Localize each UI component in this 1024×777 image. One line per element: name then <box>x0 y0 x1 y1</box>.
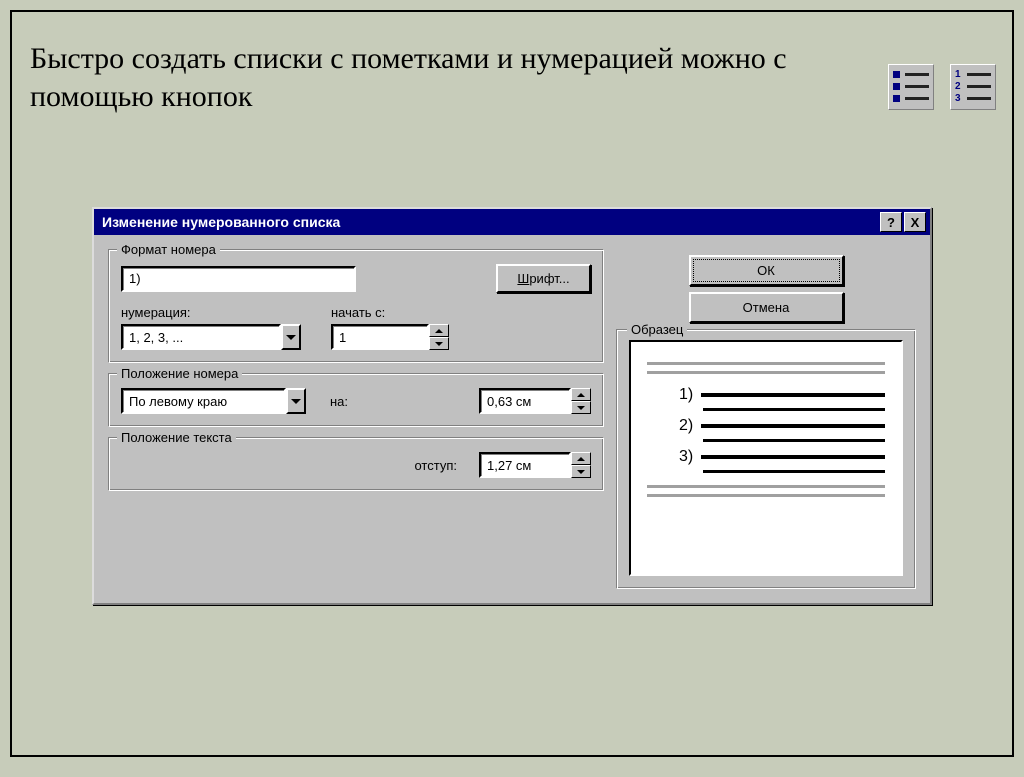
bulleted-list-icon <box>893 69 929 105</box>
indent-spinner[interactable]: 1,27 см <box>479 452 591 478</box>
numbering-label: нумерация: <box>121 305 301 320</box>
indent-label: отступ: <box>414 458 457 473</box>
preview-number: 3) <box>679 448 693 466</box>
preview-group: Образец 1) 2) 3) <box>616 329 916 589</box>
number-format-input[interactable]: 1) <box>121 266 356 292</box>
help-button[interactable]: ? <box>880 212 902 232</box>
alignment-dropdown[interactable]: По левому краю <box>121 388 306 414</box>
start-at-spinner[interactable]: 1 <box>331 324 449 350</box>
number-position-group: Положение номера По левому краю на: 0,63… <box>108 373 604 427</box>
chevron-down-icon[interactable] <box>286 388 306 414</box>
font-button[interactable]: Шрифт... <box>496 264 591 293</box>
preview-number: 1) <box>679 386 693 404</box>
chevron-down-icon[interactable] <box>281 324 301 350</box>
at-spinner[interactable]: 0,63 см <box>479 388 591 414</box>
number-format-group: Формат номера 1) Шрифт... нумерация: <box>108 249 604 363</box>
dialog-body: Формат номера 1) Шрифт... нумерация: <box>94 235 930 603</box>
numbered-list-icon: 1 2 3 <box>955 69 991 105</box>
spinner-down-icon[interactable] <box>571 401 591 414</box>
spinner-down-icon[interactable] <box>571 465 591 478</box>
spinner-down-icon[interactable] <box>429 337 449 350</box>
preview-content: 1) 2) 3) <box>629 340 903 576</box>
headline-text: Быстро создать списки с пометками и нуме… <box>30 40 880 115</box>
ok-button[interactable]: ОК <box>689 255 844 286</box>
cancel-button[interactable]: Отмена <box>689 292 844 323</box>
slide: Быстро создать списки с пометками и нуме… <box>10 10 1014 757</box>
numbered-list-dialog: Изменение нумерованного списка ? X Форма… <box>92 207 932 605</box>
at-label: на: <box>330 394 348 409</box>
spinner-up-icon[interactable] <box>571 452 591 465</box>
list-toolbar-icons: 1 2 3 <box>888 64 996 110</box>
group-legend: Положение текста <box>117 430 236 445</box>
group-legend: Формат номера <box>117 242 220 257</box>
close-button[interactable]: X <box>904 212 926 232</box>
preview-number: 2) <box>679 417 693 435</box>
start-at-label: начать с: <box>331 305 449 320</box>
dialog-titlebar: Изменение нумерованного списка ? X <box>94 209 930 235</box>
group-legend: Положение номера <box>117 366 242 381</box>
spinner-up-icon[interactable] <box>571 388 591 401</box>
numbering-dropdown[interactable]: 1, 2, 3, ... <box>121 324 301 350</box>
bulleted-list-button[interactable] <box>888 64 934 110</box>
dialog-title: Изменение нумерованного списка <box>102 214 878 230</box>
preview-legend: Образец <box>627 322 687 337</box>
text-position-group: Положение текста отступ: 1,27 см <box>108 437 604 491</box>
numbered-list-button[interactable]: 1 2 3 <box>950 64 996 110</box>
spinner-up-icon[interactable] <box>429 324 449 337</box>
